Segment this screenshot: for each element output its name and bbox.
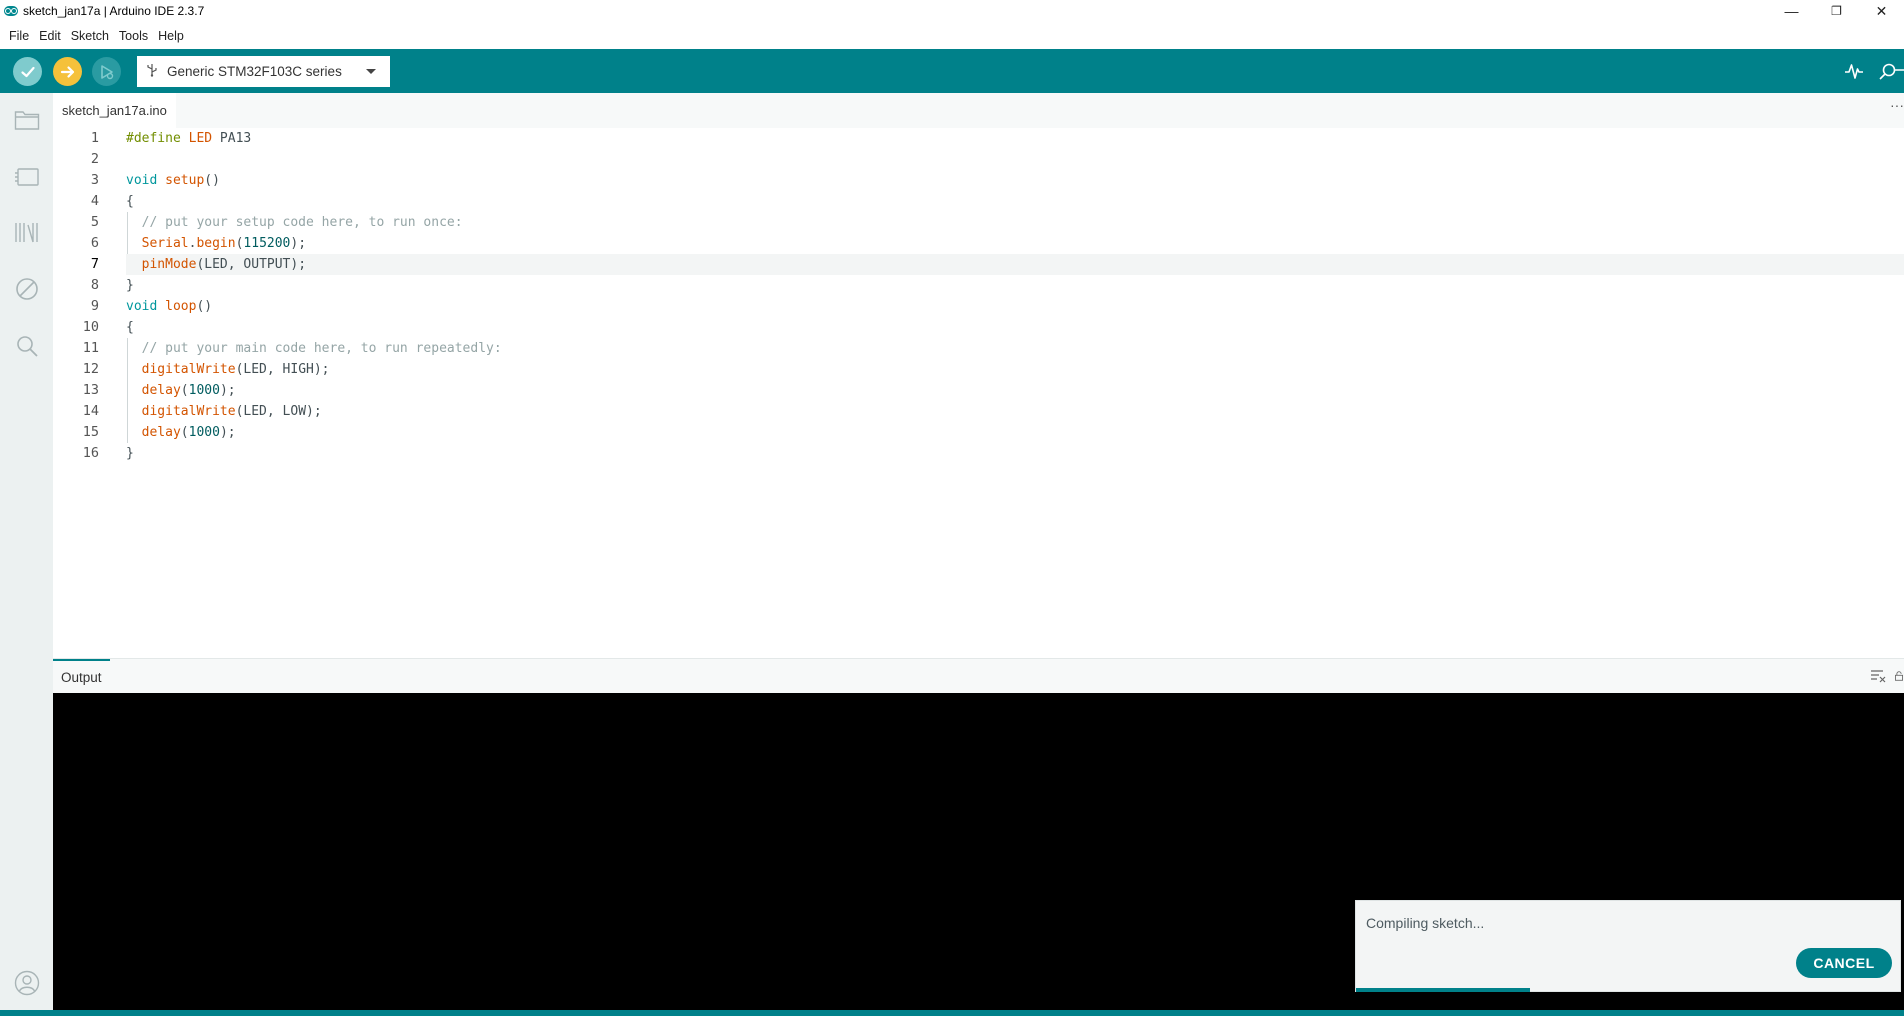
menu-file[interactable]: File bbox=[4, 29, 34, 43]
window-controls: — ❐ ✕ bbox=[1769, 0, 1904, 22]
editor-tab-bar: sketch_jan17a.ino ··· bbox=[53, 93, 1904, 128]
arrow-right-icon bbox=[60, 65, 74, 78]
menu-edit[interactable]: Edit bbox=[34, 29, 66, 43]
board-icon bbox=[14, 167, 39, 186]
line-number: 10 bbox=[82, 319, 99, 335]
board-selector[interactable]: Generic STM32F103C series bbox=[137, 56, 390, 87]
code-line[interactable]: #define LED PA13 bbox=[126, 128, 1904, 149]
clear-output-icon[interactable] bbox=[1870, 669, 1886, 683]
line-number: 4 bbox=[90, 193, 99, 209]
code-line[interactable]: { bbox=[126, 191, 1904, 212]
usb-icon bbox=[137, 63, 167, 80]
upload-button[interactable] bbox=[53, 57, 82, 86]
no-entry-icon bbox=[15, 277, 38, 300]
sketchbook-button[interactable] bbox=[12, 105, 41, 134]
menu-help[interactable]: Help bbox=[153, 29, 189, 43]
library-icon bbox=[14, 222, 38, 242]
code-line[interactable]: { bbox=[126, 317, 1904, 338]
line-number: 15 bbox=[82, 424, 99, 440]
tab-output[interactable]: Output bbox=[53, 659, 110, 693]
code-line[interactable] bbox=[126, 149, 1904, 170]
library-manager-button[interactable] bbox=[12, 217, 41, 246]
chevron-down-icon bbox=[366, 69, 376, 74]
code-editor[interactable]: 1 2 3 4 5 6 7 8 9 10 11 12 13 14 15 16 #… bbox=[53, 128, 1904, 658]
lock-icon[interactable] bbox=[1894, 669, 1904, 683]
folder-icon bbox=[14, 110, 39, 130]
line-numbers-gutter: 1 2 3 4 5 6 7 8 9 10 11 12 13 14 15 16 bbox=[53, 128, 126, 658]
line-number: 16 bbox=[82, 445, 99, 461]
code-line[interactable]: delay(1000); bbox=[126, 380, 1904, 401]
line-number: 5 bbox=[90, 214, 99, 230]
line-number: 3 bbox=[90, 172, 99, 188]
board-name: Generic STM32F103C series bbox=[167, 64, 342, 79]
line-number: 14 bbox=[82, 403, 99, 419]
more-actions-icon[interactable]: ··· bbox=[1890, 97, 1904, 113]
search-button[interactable] bbox=[12, 331, 41, 360]
status-bar bbox=[0, 1010, 1904, 1016]
tab-sketch[interactable]: sketch_jan17a.ino bbox=[53, 93, 176, 128]
close-button[interactable]: ✕ bbox=[1859, 0, 1904, 22]
line-number: 11 bbox=[82, 340, 99, 356]
code-line[interactable]: } bbox=[126, 443, 1904, 464]
code-line[interactable]: delay(1000); bbox=[126, 422, 1904, 443]
boards-manager-button[interactable] bbox=[12, 162, 41, 191]
line-number: 2 bbox=[90, 151, 99, 167]
debug-panel-button[interactable] bbox=[12, 274, 41, 303]
line-number: 13 bbox=[82, 382, 99, 398]
code-line[interactable]: void setup() bbox=[126, 170, 1904, 191]
cancel-button[interactable]: CANCEL bbox=[1796, 948, 1892, 978]
compile-progress-bar bbox=[1356, 988, 1531, 992]
search-icon bbox=[16, 335, 38, 357]
serial-monitor-icon bbox=[1879, 63, 1904, 80]
verify-button[interactable] bbox=[13, 57, 42, 86]
output-toolbar bbox=[1870, 669, 1904, 683]
line-number: 8 bbox=[90, 277, 99, 293]
arduino-logo-icon bbox=[4, 6, 18, 16]
notification-message: Compiling sketch... bbox=[1366, 915, 1485, 931]
line-number: 9 bbox=[90, 298, 99, 314]
window-title: sketch_jan17a | Arduino IDE 2.3.7 bbox=[23, 4, 205, 18]
checkmark-icon bbox=[20, 66, 35, 77]
line-number: 7 bbox=[90, 256, 99, 272]
debug-icon bbox=[100, 64, 113, 79]
account-icon bbox=[14, 970, 39, 995]
title-bar: sketch_jan17a | Arduino IDE 2.3.7 — ❐ ✕ bbox=[0, 0, 1904, 22]
code-line[interactable]: void loop() bbox=[126, 296, 1904, 317]
output-panel-header: Output bbox=[53, 658, 1904, 693]
line-number: 1 bbox=[90, 130, 99, 146]
code-line[interactable]: // put your setup code here, to run once… bbox=[126, 212, 1904, 233]
code-line[interactable]: digitalWrite(LED, LOW); bbox=[126, 401, 1904, 422]
toolbar: Generic STM32F103C series bbox=[0, 49, 1904, 93]
activity-bar bbox=[0, 93, 53, 1010]
code-line[interactable]: Serial.begin(115200); bbox=[126, 233, 1904, 254]
menu-tools[interactable]: Tools bbox=[114, 29, 153, 43]
line-number: 6 bbox=[90, 235, 99, 251]
code-line[interactable]: pinMode(LED, OUTPUT); bbox=[126, 254, 1904, 275]
menu-sketch[interactable]: Sketch bbox=[66, 29, 114, 43]
debug-button[interactable] bbox=[92, 57, 121, 86]
line-number: 12 bbox=[82, 361, 99, 377]
minimize-button[interactable]: — bbox=[1769, 0, 1814, 22]
code-line[interactable]: // put your main code here, to run repea… bbox=[126, 338, 1904, 359]
serial-plotter-button[interactable] bbox=[1842, 59, 1866, 83]
compile-notification: Compiling sketch... CANCEL bbox=[1355, 900, 1901, 992]
serial-plotter-icon bbox=[1845, 64, 1863, 79]
menu-bar: File Edit Sketch Tools Help bbox=[0, 22, 1904, 49]
profile-button[interactable] bbox=[12, 968, 41, 997]
serial-monitor-button[interactable] bbox=[1876, 59, 1904, 83]
restore-button[interactable]: ❐ bbox=[1814, 0, 1859, 22]
code-line[interactable]: digitalWrite(LED, HIGH); bbox=[126, 359, 1904, 380]
code-line[interactable]: } bbox=[126, 275, 1904, 296]
